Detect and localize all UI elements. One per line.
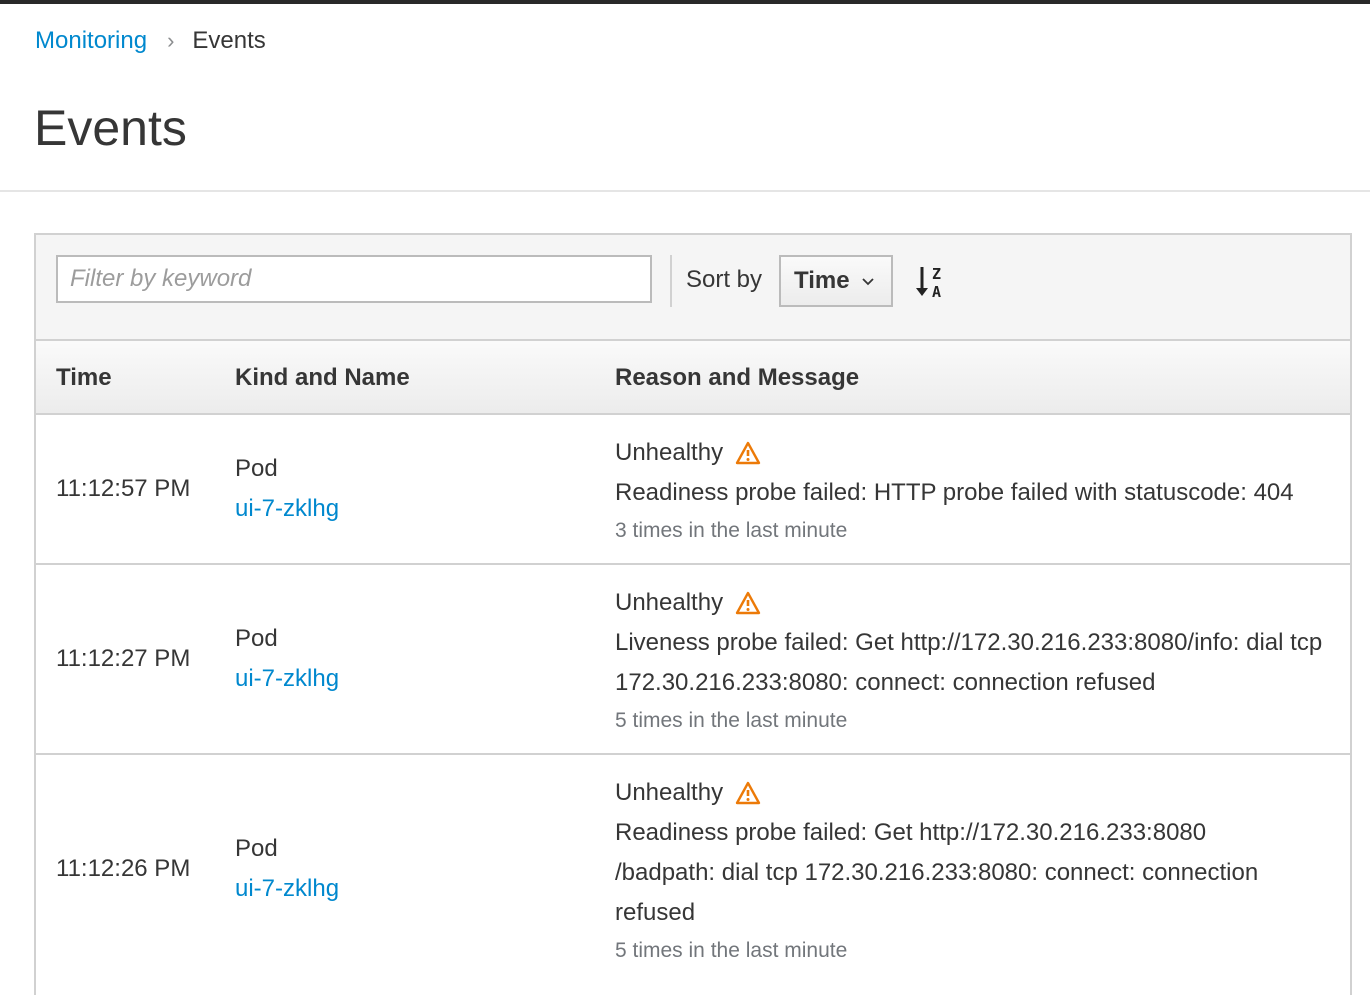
header-divider (0, 190, 1370, 192)
table-row: 11:12:57 PM Pod ui-7-zklhg Unhealthy Rea… (36, 415, 1350, 565)
event-kind: Pod (235, 835, 278, 862)
column-header-kind-name[interactable]: Kind and Name (235, 363, 410, 393)
event-reason-message: Unhealthy Readiness probe failed: Get ht… (615, 773, 1305, 969)
event-reason: Unhealthy (615, 779, 724, 806)
event-kind: Pod (235, 625, 278, 652)
event-time: 11:12:27 PM (56, 645, 191, 672)
event-count: 5 times in the last minute (615, 939, 848, 962)
chevron-right-icon: › (167, 28, 175, 53)
event-time: 11:12:57 PM (56, 475, 191, 502)
table-header: Time Kind and Name Reason and Message (36, 341, 1350, 415)
filter-input[interactable] (56, 255, 652, 303)
sort-select-value: Time (794, 267, 850, 294)
event-time: 11:12:26 PM (56, 855, 191, 882)
breadcrumb-current: Events (192, 27, 266, 54)
breadcrumb: Monitoring › Events (35, 26, 266, 56)
sort-select[interactable]: Time (779, 255, 893, 307)
page-title: Events (34, 100, 187, 156)
event-reason: Unhealthy (615, 589, 724, 616)
event-reason-message: Unhealthy Readiness probe failed: HTTP p… (615, 433, 1335, 549)
warning-icon (735, 781, 761, 805)
column-header-reason-message[interactable]: Reason and Message (615, 363, 859, 393)
event-message: Liveness probe failed: Get http://172.30… (615, 629, 1323, 696)
sort-label: Sort by (686, 266, 763, 293)
breadcrumb-monitoring-link[interactable]: Monitoring (35, 26, 147, 56)
event-resource-link[interactable]: ui-7-zklhg (235, 489, 339, 529)
event-message: Readiness probe failed: Get http://172.3… (615, 819, 1259, 926)
svg-text:Z: Z (932, 265, 941, 283)
warning-icon (735, 441, 761, 465)
table-row: 11:12:27 PM Pod ui-7-zklhg Unhealthy Liv… (36, 565, 1350, 755)
event-message: Readiness probe failed: HTTP probe faile… (615, 479, 1294, 506)
event-kind: Pod (235, 455, 278, 482)
event-kind-name: Pod ui-7-zklhg (235, 449, 339, 529)
toolbar: Sort by Time Z A (36, 235, 1350, 341)
toolbar-divider (670, 255, 672, 307)
top-bar (0, 0, 1370, 4)
event-reason-message: Unhealthy Liveness probe failed: Get htt… (615, 583, 1335, 739)
sort-alpha-desc-icon[interactable]: Z A (914, 263, 950, 303)
chevron-down-icon (860, 273, 876, 289)
event-count: 5 times in the last minute (615, 709, 848, 732)
event-reason: Unhealthy (615, 439, 724, 466)
event-resource-link[interactable]: ui-7-zklhg (235, 659, 339, 699)
table-row: 11:12:26 PM Pod ui-7-zklhg Unhealthy Rea… (36, 755, 1350, 995)
warning-icon (735, 591, 761, 615)
event-kind-name: Pod ui-7-zklhg (235, 619, 339, 699)
event-count: 3 times in the last minute (615, 519, 848, 542)
column-header-time[interactable]: Time (56, 363, 112, 393)
svg-text:A: A (932, 283, 941, 301)
event-kind-name: Pod ui-7-zklhg (235, 829, 339, 909)
event-resource-link[interactable]: ui-7-zklhg (235, 869, 339, 909)
events-panel: Sort by Time Z A Time Kind and Name Reas… (34, 233, 1352, 995)
